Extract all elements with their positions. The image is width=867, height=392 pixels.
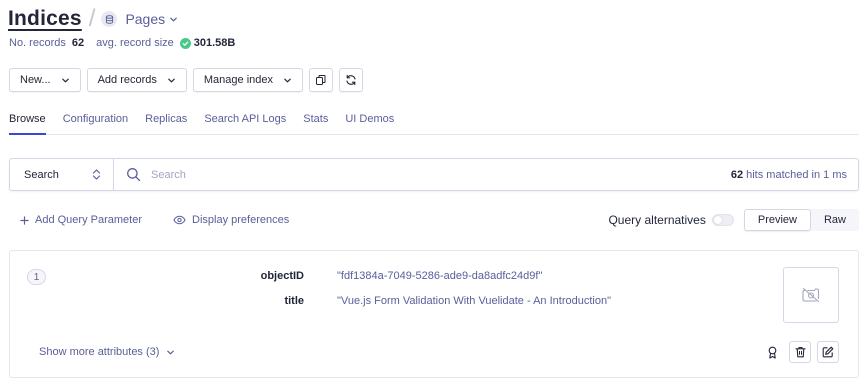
records-value: 62 — [71, 37, 85, 49]
add-records-button[interactable]: Add records — [86, 68, 187, 92]
attribute-key: objectID — [260, 270, 304, 282]
show-more-label: Show more attributes (3) — [39, 346, 160, 358]
tab-configuration[interactable]: Configuration — [63, 113, 128, 135]
plus-icon — [20, 215, 29, 225]
manage-index-button[interactable]: Manage index — [192, 68, 303, 92]
search-mode-label: Search — [24, 168, 59, 181]
raw-button[interactable]: Raw — [810, 209, 859, 231]
search-field: 62 hits matched in 1 ms — [114, 159, 858, 190]
search-input[interactable] — [151, 168, 671, 181]
edit-record-button[interactable] — [817, 341, 839, 363]
chevron-down-icon — [167, 76, 176, 85]
new-button-label: New... — [20, 74, 51, 86]
search-bar: Search 62 hits matched in 1 ms — [9, 158, 859, 191]
hits-text: hits matched in 1 ms — [746, 168, 847, 181]
attribute-value: "Vue.js Form Validation With Vuelidate -… — [337, 295, 611, 307]
attribute-row: objectID "fdf1384a-7049-5286-ade9-da8adf… — [10, 268, 710, 284]
rank-button[interactable] — [761, 341, 783, 363]
attribute-row: title "Vue.js Form Validation With Vueli… — [10, 293, 710, 309]
avg-size-label: avg. record size — [96, 37, 174, 49]
no-image-icon — [802, 287, 820, 303]
show-more-attributes-button[interactable]: Show more attributes (3) — [39, 346, 175, 358]
chevron-down-icon — [283, 76, 292, 85]
manage-index-label: Manage index — [203, 74, 273, 86]
index-meta: No. records 62 avg. record size 301.58B — [9, 36, 235, 50]
eye-icon — [173, 215, 186, 225]
records-label: No. records — [9, 37, 66, 49]
chevron-updown-icon — [92, 168, 101, 181]
copy-button[interactable] — [309, 68, 333, 92]
tab-replicas[interactable]: Replicas — [145, 113, 187, 135]
rank-icon — [767, 346, 778, 359]
edit-icon — [822, 346, 834, 358]
tab-browse[interactable]: Browse — [9, 113, 46, 135]
index-selector[interactable]: Pages — [125, 11, 178, 27]
record-card: 1 objectID "fdf1384a-7049-5286-ade9-da8a… — [9, 250, 859, 378]
query-alternatives-label: Query alternatives — [608, 213, 706, 227]
index-toolbar: New... Add records Manage index — [9, 68, 363, 92]
search-icon — [126, 167, 141, 182]
record-thumbnail — [783, 267, 839, 323]
delete-record-button[interactable] — [789, 341, 811, 363]
hits-summary: 62 hits matched in 1 ms — [731, 169, 858, 181]
refresh-button[interactable] — [339, 68, 363, 92]
breadcrumb-separator: / — [88, 5, 96, 32]
database-icon — [101, 11, 118, 27]
display-preferences-button[interactable]: Display preferences — [173, 214, 289, 226]
browse-options: Add Query Parameter Display preferences … — [9, 209, 859, 231]
page-title[interactable]: Indices — [8, 7, 82, 31]
add-records-label: Add records — [97, 74, 157, 86]
query-alternatives-toggle[interactable] — [711, 214, 734, 226]
add-query-parameter-button[interactable]: Add Query Parameter — [20, 214, 142, 226]
add-query-parameter-label: Add Query Parameter — [35, 214, 142, 226]
tab-search-api-logs[interactable]: Search API Logs — [204, 113, 286, 135]
copy-icon — [315, 74, 327, 86]
avg-size-value: 301.58B — [193, 37, 236, 49]
hits-count: 62 — [730, 168, 744, 181]
new-button[interactable]: New... — [9, 68, 81, 92]
chevron-down-icon — [166, 348, 175, 357]
trash-icon — [794, 346, 806, 358]
index-tabs: Browse Configuration Replicas Search API… — [9, 113, 859, 135]
tab-stats[interactable]: Stats — [303, 113, 328, 135]
record-actions — [761, 341, 839, 363]
refresh-icon — [345, 74, 357, 86]
chevron-down-icon — [61, 76, 70, 85]
view-mode-switch: Preview Raw — [743, 209, 859, 231]
display-preferences-label: Display preferences — [192, 214, 290, 226]
page-header: Indices / Pages — [8, 4, 178, 34]
search-mode-select[interactable]: Search — [10, 159, 114, 190]
attribute-value: "fdf1384a-7049-5286-ade9-da8adfc24d9f" — [337, 270, 543, 282]
attribute-key: title — [284, 295, 304, 307]
query-alternatives: Query alternatives Preview Raw — [608, 209, 859, 231]
tab-ui-demos[interactable]: UI Demos — [345, 113, 394, 135]
index-name-label: Pages — [125, 11, 166, 27]
chevron-down-icon — [169, 15, 178, 24]
check-icon — [179, 37, 191, 49]
preview-button[interactable]: Preview — [743, 209, 811, 231]
